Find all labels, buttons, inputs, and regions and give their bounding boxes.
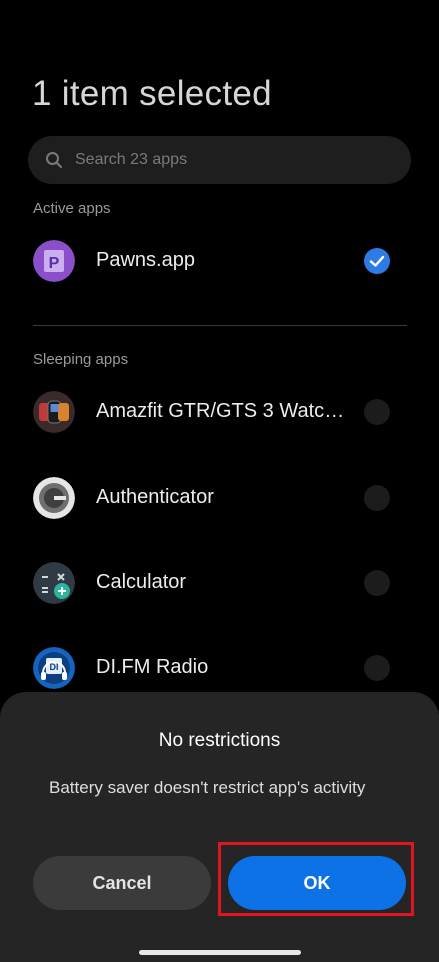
calculator-icon [33, 562, 75, 604]
app-row-authenticator[interactable]: Authenticator [0, 455, 439, 541]
dialog-message: Battery saver doesn't restrict app's act… [49, 778, 366, 797]
section-label-sleeping: Sleeping apps [33, 351, 129, 368]
app-name: Calculator [96, 571, 187, 593]
app-name: Pawns.app [96, 249, 195, 271]
dialog-title: No restrictions [158, 730, 281, 751]
authenticator-icon [33, 477, 75, 519]
highlight-box [218, 842, 414, 916]
app-row-pawns[interactable]: P Pawns.app [0, 218, 439, 304]
search-placeholder: Search 23 apps [75, 151, 188, 168]
app-checkbox[interactable] [364, 399, 390, 425]
section-divider [33, 325, 407, 326]
page-title: 1 item selected [32, 74, 272, 113]
app-name: DI.FM Radio [96, 656, 209, 678]
pawns-app-icon: P [33, 240, 75, 282]
app-name: Amazfit GTR/GTS 3 Watch Faces [96, 400, 346, 422]
section-label-active: Active apps [33, 200, 111, 217]
check-icon [369, 255, 385, 267]
restriction-dialog: No restrictions Battery saver doesn't re… [0, 692, 439, 962]
svg-text:DI: DI [50, 662, 59, 672]
app-row-calculator[interactable]: Calculator [0, 540, 439, 626]
app-checkbox-checked[interactable] [364, 248, 390, 274]
app-row-amazfit[interactable]: Amazfit GTR/GTS 3 Watch Faces [0, 369, 439, 455]
svg-text:P: P [49, 255, 60, 272]
search-bar[interactable]: Search 23 apps [28, 136, 411, 184]
app-checkbox[interactable] [364, 570, 390, 596]
app-name: Authenticator [96, 486, 214, 508]
search-icon [45, 151, 63, 174]
app-checkbox[interactable] [364, 485, 390, 511]
cancel-button[interactable]: Cancel [33, 856, 211, 910]
app-checkbox[interactable] [364, 655, 390, 681]
difm-radio-icon: DI [33, 647, 75, 689]
amazfit-watch-icon [33, 391, 75, 433]
gesture-nav-bar[interactable] [139, 950, 301, 955]
